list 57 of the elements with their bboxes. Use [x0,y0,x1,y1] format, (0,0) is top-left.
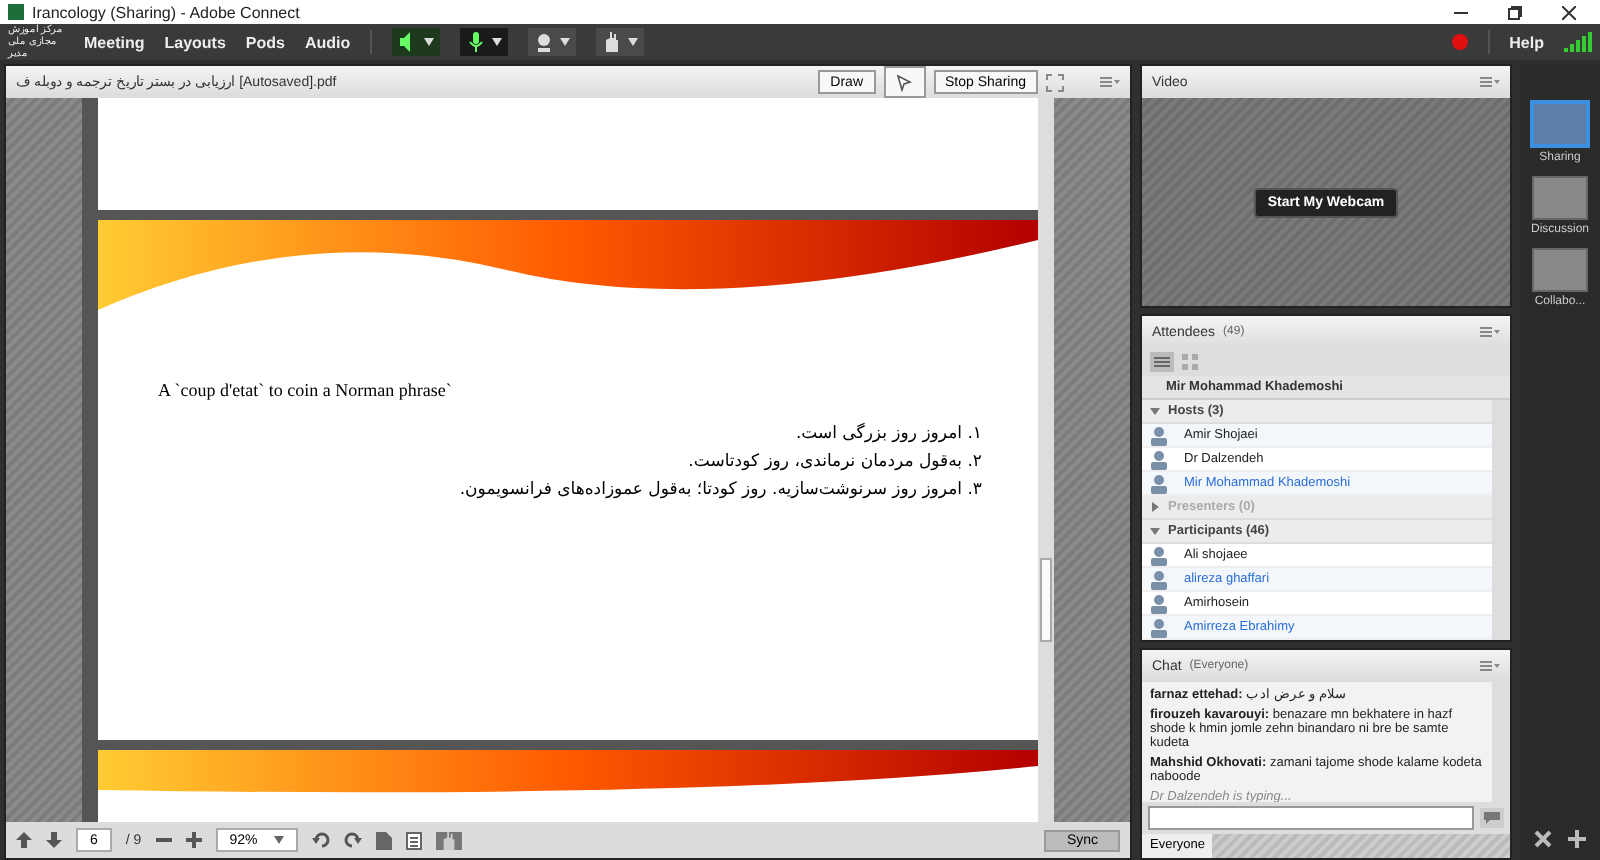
caret-icon [273,836,284,844]
raise-hand-button[interactable] [596,28,645,56]
cursor-icon [895,73,914,91]
triangle-icon [1150,502,1160,512]
person-icon [1150,569,1168,589]
pod-menu-icon[interactable] [1480,76,1500,88]
caret-icon [560,38,571,46]
add-icon[interactable] [1568,830,1586,848]
person-icon [1150,449,1168,469]
speech-bubble-icon[interactable] [1480,808,1504,828]
menu-item[interactable]: Meeting [84,33,145,51]
help-menu[interactable]: Help [1509,33,1544,51]
caret-icon [628,38,639,46]
zoom-in-icon[interactable] [185,832,202,848]
slide-text-line: ۱. امروز روز بزرگی است. [793,424,982,444]
up-arrow-icon[interactable] [16,832,32,848]
slide-text-line: ۳. امروز روز سرنوشت‌سازیه. روز کودتا؛ به‌قول عموزاده‌های فرانسویمون. [457,480,982,500]
pod-menu-icon[interactable] [1480,326,1500,338]
menu-item[interactable]: Layouts [164,33,226,51]
down-arrow-icon[interactable] [46,832,62,848]
tools-icon[interactable] [1534,830,1552,848]
close-icon[interactable] [1562,5,1576,19]
window-title: Irancology (Sharing) - Adobe Connect [32,3,300,21]
caret-icon [492,38,503,46]
webcam-button[interactable] [528,28,577,56]
triangle-icon [1150,526,1160,536]
pointer-button[interactable] [883,66,926,98]
chat-input[interactable] [1148,806,1474,830]
speaker-button[interactable] [392,28,441,56]
app-logo-icon [8,4,24,20]
list-view-icon[interactable] [1150,352,1174,372]
document-icon[interactable] [405,831,422,849]
undo-icon[interactable] [311,832,330,848]
caret-icon [424,38,435,46]
pod-menu-icon[interactable] [1480,660,1500,672]
scrollbar-thumb[interactable] [1040,558,1052,642]
person-icon [1150,425,1168,445]
triangle-icon [1150,406,1160,416]
webcam-icon [534,32,555,52]
person-icon [1150,473,1168,493]
signal-icon [1564,32,1592,52]
person-icon [1150,617,1168,637]
microphone-icon [466,32,487,52]
fullscreen-icon[interactable] [1046,73,1064,91]
menu-item[interactable]: Pods [245,33,285,51]
menu-item[interactable]: Audio [304,33,351,51]
pod-menu-icon[interactable] [1100,76,1120,88]
hand-button[interactable] [435,831,462,849]
restore-icon[interactable] [1508,5,1522,19]
redo-icon[interactable] [343,832,362,848]
page-icon[interactable] [375,831,392,849]
microphone-button[interactable] [460,28,509,56]
slide-text-line: ۲. به‌قول مردمان نرماندی، روز کودتاست. [686,452,982,472]
person-icon [1150,593,1168,613]
zoom-out-icon[interactable] [155,832,172,848]
slide-heading: A `coup d'etat` to coin a Norman phrase` [158,380,454,400]
person-icon [1150,545,1168,565]
